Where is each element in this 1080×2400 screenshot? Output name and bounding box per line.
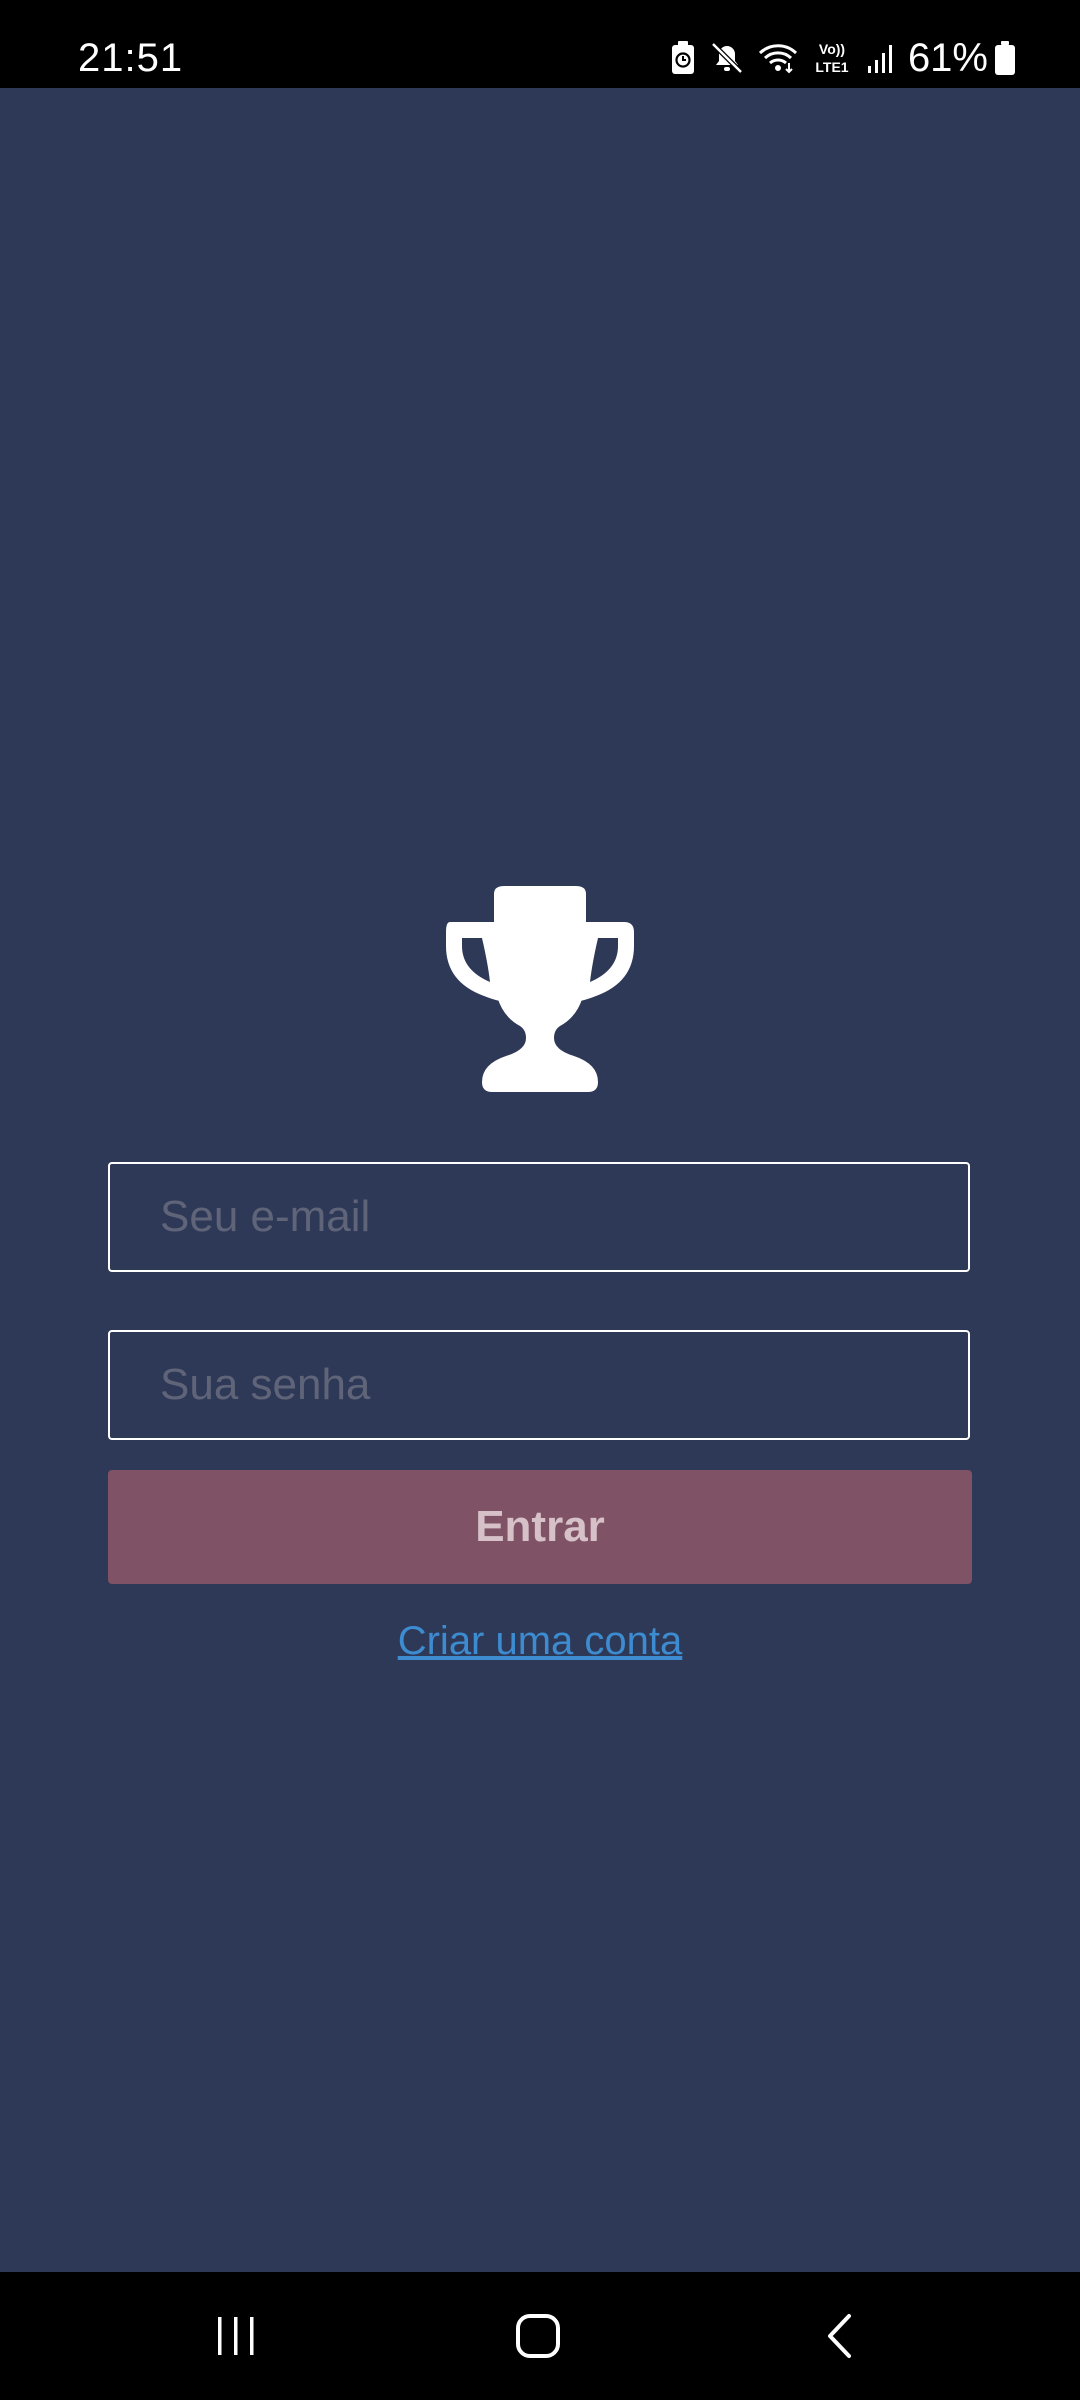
status-icons: Vo)) LTE1 61% bbox=[656, 30, 1016, 86]
home-button[interactable] bbox=[438, 2272, 638, 2400]
volte-icon: Vo)) LTE1 bbox=[815, 41, 848, 75]
home-icon bbox=[516, 2314, 560, 2358]
signal-icon bbox=[867, 45, 892, 73]
create-account-label[interactable]: Criar uma conta bbox=[398, 1619, 683, 1663]
recents-button[interactable] bbox=[136, 2272, 336, 2400]
recents-icon bbox=[218, 2317, 254, 2355]
navigation-bar bbox=[0, 2272, 1080, 2400]
battery-percent: 61% bbox=[907, 36, 988, 80]
login-button[interactable]: Entrar bbox=[108, 1470, 972, 1584]
battery-icon bbox=[995, 41, 1015, 75]
status-bar: 21:51 Vo)) LTE1 61% bbox=[0, 0, 1080, 88]
login-screen: Entrar Criar uma conta bbox=[0, 88, 1080, 2272]
email-field[interactable] bbox=[108, 1162, 970, 1272]
create-account-link[interactable]: Criar uma conta bbox=[0, 1614, 1080, 1668]
back-icon bbox=[828, 2314, 851, 2358]
svg-text:LTE1: LTE1 bbox=[815, 59, 848, 75]
status-time: 21:51 bbox=[78, 36, 184, 80]
password-field[interactable] bbox=[108, 1330, 970, 1440]
battery-saver-icon bbox=[671, 41, 694, 74]
trophy-icon bbox=[446, 886, 634, 1092]
svg-text:Vo)): Vo)) bbox=[819, 41, 845, 57]
back-button[interactable] bbox=[740, 2272, 940, 2400]
wifi-icon bbox=[758, 44, 797, 74]
mute-icon bbox=[711, 42, 743, 74]
